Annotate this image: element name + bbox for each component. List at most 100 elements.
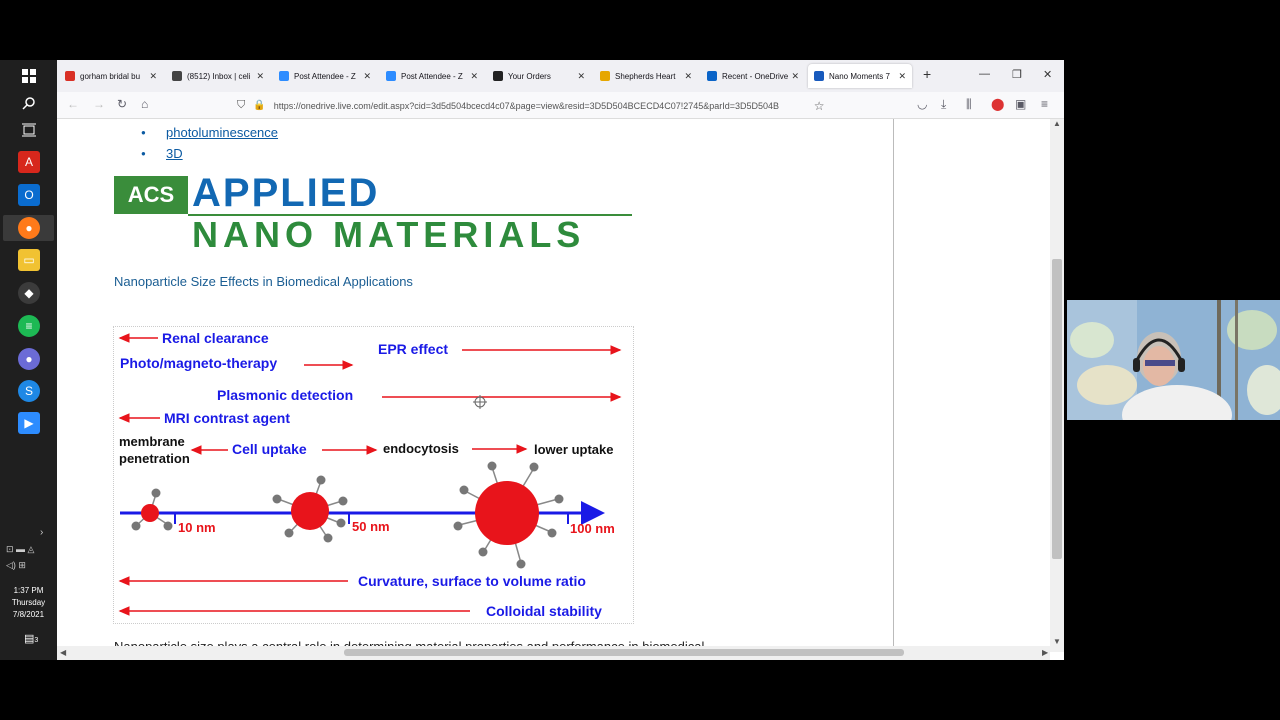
close-icon[interactable]: ✕ — [470, 71, 478, 82]
close-icon[interactable]: ✕ — [363, 71, 371, 82]
notification-icon[interactable]: ▤3 — [24, 632, 38, 645]
app-icon[interactable]: ◆ — [18, 282, 40, 304]
document-content: photoluminescence 3D ACS APPLIED NANO MA… — [57, 119, 893, 652]
acrobat-icon[interactable]: A — [18, 151, 40, 173]
tab-label: gorham bridal bu — [80, 71, 141, 81]
webcam-video-feed — [1067, 300, 1280, 420]
navigation-bar: ← → ↻ ⌂ ⛉ 🔒 https://onedrive.live.com/ed… — [57, 92, 1064, 119]
nanoparticle-medium — [272, 475, 348, 543]
nanoparticle-large — [453, 461, 564, 569]
tab-favicon — [493, 71, 503, 81]
label-renal-clearance: Renal clearance — [162, 330, 269, 346]
tab-favicon — [65, 71, 75, 81]
library-icon[interactable]: ⫼ — [966, 97, 972, 112]
firefox-icon[interactable]: ● — [18, 217, 40, 239]
horizontal-scrollbar[interactable]: ◀ ▶ — [57, 646, 1050, 660]
tab-favicon — [279, 71, 289, 81]
tab-gorham[interactable]: gorham bridal bu ✕ — [59, 64, 163, 88]
page-edge — [893, 119, 894, 652]
close-icon[interactable]: ✕ — [898, 71, 906, 82]
close-icon[interactable]: ✕ — [149, 71, 157, 82]
scroll-left-icon[interactable]: ◀ — [60, 648, 66, 657]
label-50nm: 50 nm — [352, 519, 390, 534]
url-bar[interactable]: ⛉ 🔒 https://onedrive.live.com/edit.aspx?… — [237, 96, 837, 115]
tab-label: Your Orders — [508, 71, 551, 81]
browser-window: gorham bridal bu ✕ (8512) Inbox | celi ✕… — [57, 60, 1064, 660]
pocket-icon[interactable]: ◡ — [917, 97, 927, 111]
scroll-right-icon[interactable]: ▶ — [1042, 648, 1048, 657]
taskbar: A O ● ▭ ◆ ≡ ● S ▶ › ⊡ ▬ ◬ ◁) ⊞ 1:37 PM T… — [0, 60, 57, 660]
spotify-icon[interactable]: ≡ — [18, 315, 40, 337]
logo-nano-materials: NANO MATERIALS — [192, 214, 586, 255]
tab-nano-moments[interactable]: Nano Moments 7 ✕ — [808, 64, 912, 88]
search-icon[interactable] — [18, 92, 40, 114]
home-icon[interactable]: ⌂ — [141, 97, 148, 111]
label-photo-therapy: Photo/magneto-therapy — [120, 355, 277, 371]
new-tab-button[interactable]: + — [923, 66, 931, 82]
label-lower-uptake: lower uptake — [534, 442, 613, 457]
menu-icon[interactable]: ≡ — [1041, 97, 1048, 111]
label-penetration: penetration — [119, 451, 190, 466]
tab-strip: gorham bridal bu ✕ (8512) Inbox | celi ✕… — [57, 60, 1064, 92]
close-icon[interactable]: ✕ — [791, 71, 799, 82]
horizontal-scroll-thumb[interactable] — [344, 649, 904, 656]
system-tray-icons[interactable]: ⊡ ▬ ◬ — [6, 544, 34, 555]
tab-inbox[interactable]: (8512) Inbox | celi ✕ — [166, 64, 270, 88]
tab-your-orders[interactable]: Your Orders ✕ — [487, 64, 591, 88]
adblock-icon[interactable]: ⬤ — [991, 97, 1004, 111]
nanoparticle-size-figure: Renal clearance Photo/magneto-therapy EP… — [113, 326, 634, 624]
close-icon[interactable]: ✕ — [256, 71, 264, 82]
tab-favicon — [386, 71, 396, 81]
minimize-button[interactable]: — — [979, 68, 990, 80]
link-3d[interactable]: 3D — [141, 143, 278, 164]
close-icon[interactable]: ✕ — [577, 71, 585, 82]
url-text[interactable]: https://onedrive.live.com/edit.aspx?cid=… — [274, 101, 804, 111]
tab-label: Shepherds Heart — [615, 71, 676, 81]
reload-icon[interactable]: ↻ — [117, 97, 127, 111]
tab-label: Post Attendee - Z — [401, 71, 463, 81]
label-epr-effect: EPR effect — [378, 341, 448, 357]
tab-favicon — [600, 71, 610, 81]
extension-icon[interactable]: ▣ — [1015, 97, 1026, 111]
screen: A O ● ▭ ◆ ≡ ● S ▶ › ⊡ ▬ ◬ ◁) ⊞ 1:37 PM T… — [0, 60, 1064, 660]
outlook-icon[interactable]: O — [18, 184, 40, 206]
label-100nm: 100 nm — [570, 521, 615, 536]
label-cell-uptake: Cell uptake — [232, 441, 307, 457]
tab-shepherds-heart[interactable]: Shepherds Heart ✕ — [594, 64, 698, 88]
tab-onedrive[interactable]: Recent - OneDrive ✕ — [701, 64, 805, 88]
back-icon[interactable]: ← — [67, 97, 79, 111]
zoom-icon[interactable]: ▶ — [18, 412, 40, 434]
app-icon-2[interactable]: ● — [18, 348, 40, 370]
logo-applied: APPLIED — [192, 171, 380, 215]
windows-start-icon[interactable] — [18, 65, 40, 87]
scroll-down-icon[interactable]: ▼ — [1053, 637, 1061, 646]
downloads-icon[interactable]: ⤓ — [941, 97, 946, 112]
file-explorer-icon[interactable]: ▭ — [18, 249, 40, 271]
close-icon[interactable]: ✕ — [684, 71, 692, 82]
label-plasmonic-detection: Plasmonic detection — [217, 387, 353, 403]
webcam-image — [1067, 300, 1280, 420]
tab-post-attendee-2[interactable]: Post Attendee - Z ✕ — [380, 64, 484, 88]
tab-post-attendee-1[interactable]: Post Attendee - Z ✕ — [273, 64, 377, 88]
notification-badge: 3 — [34, 637, 39, 644]
skype-icon[interactable]: S — [18, 380, 40, 402]
acs-logo-box: ACS — [114, 176, 188, 214]
label-mri-contrast: MRI contrast agent — [164, 410, 290, 426]
bookmark-star-icon[interactable]: ☆ — [814, 99, 825, 113]
chevron-right-icon[interactable]: › — [40, 527, 43, 538]
scroll-up-icon[interactable]: ▲ — [1053, 119, 1061, 128]
shield-icon[interactable]: ⛉ — [237, 99, 245, 112]
forward-icon[interactable]: → — [93, 97, 105, 111]
vertical-scroll-thumb[interactable] — [1052, 259, 1062, 559]
clock[interactable]: 1:37 PM Thursday 7/8/2021 — [0, 585, 57, 621]
close-window-button[interactable]: ✕ — [1043, 68, 1052, 81]
task-view-icon[interactable] — [18, 119, 40, 141]
vertical-scrollbar[interactable]: ▲ ▼ — [1050, 119, 1064, 652]
clock-day: Thursday — [11, 598, 46, 607]
label-colloidal-stability: Colloidal stability — [486, 603, 602, 619]
restore-button[interactable]: ❐ — [1012, 68, 1022, 81]
volume-icon[interactable]: ◁) ⊞ — [6, 560, 26, 571]
link-photoluminescence[interactable]: photoluminescence — [141, 122, 278, 143]
label-curvature: Curvature, surface to volume ratio — [358, 573, 586, 589]
tab-label: Nano Moments 7 — [829, 71, 890, 81]
